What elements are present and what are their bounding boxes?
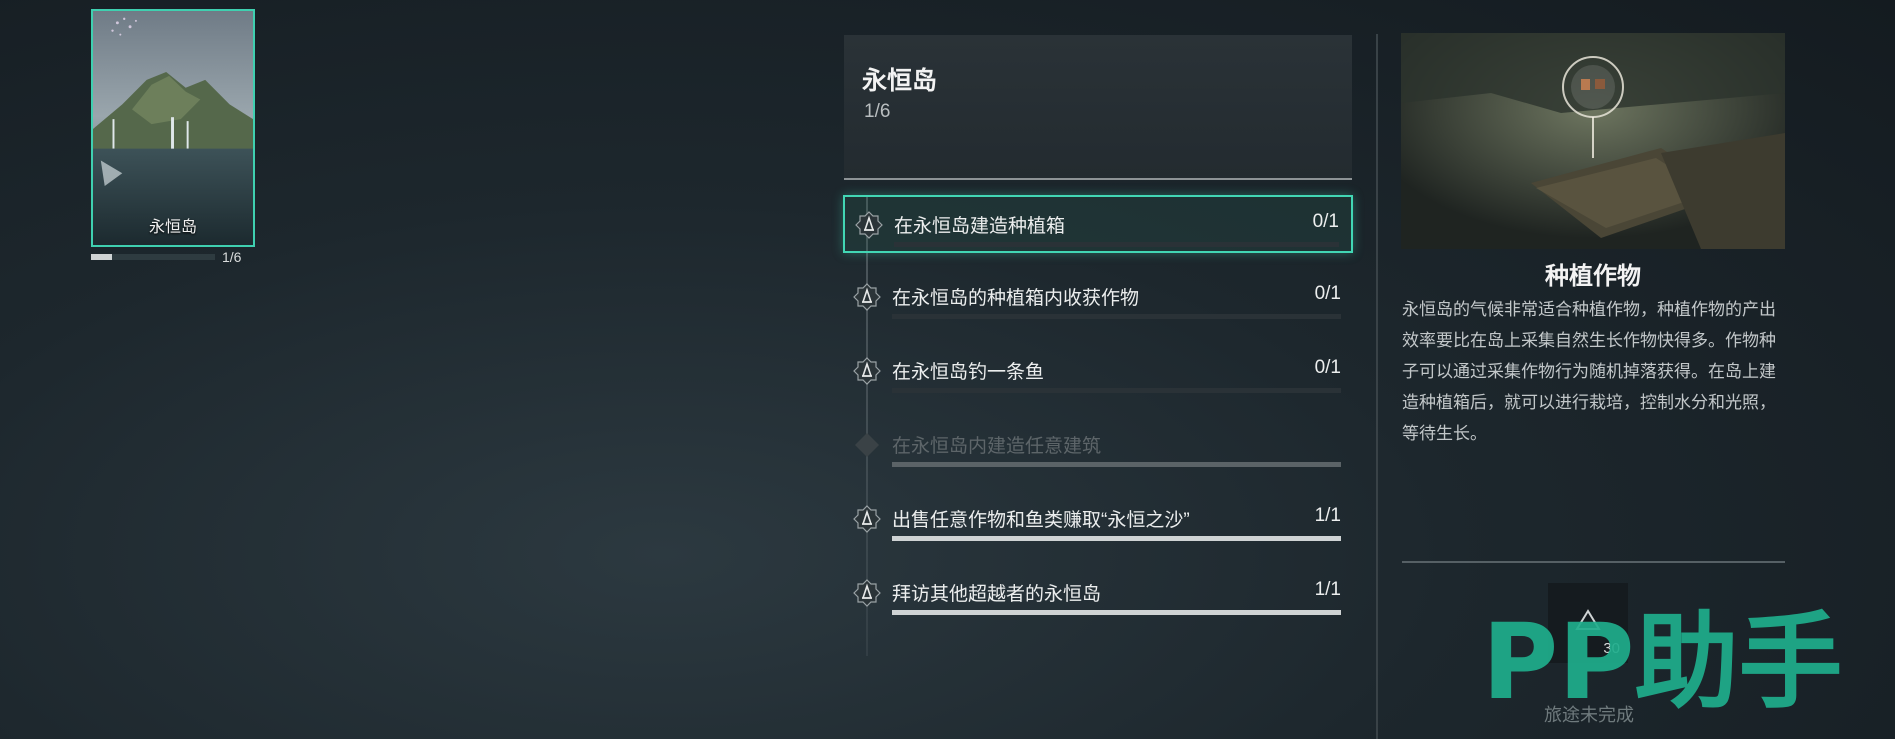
panel-divider: [1376, 34, 1378, 739]
task-row[interactable]: 拜访其他超越者的永恒岛 1/1: [843, 565, 1353, 623]
detail-divider: [1402, 561, 1785, 563]
task-progress-bar: [892, 462, 1341, 467]
task-progress-fill: [892, 610, 1341, 615]
quest-title: 永恒岛: [862, 67, 938, 95]
quest-progress: 1/6: [864, 101, 891, 122]
locked-diamond-icon: [852, 430, 882, 460]
task-label: 拜访其他超越者的永恒岛: [892, 584, 1102, 605]
tower-emblem-icon: [852, 356, 882, 386]
island-progress-fill: [91, 254, 112, 260]
task-progress-bar: [894, 242, 1339, 247]
task-count: 0/1: [1314, 357, 1341, 378]
task-detail-title: 种植作物: [1545, 263, 1641, 290]
task-progress-fill: [892, 536, 1341, 541]
task-count: 0/1: [1314, 283, 1341, 304]
tower-emblem-icon: [852, 504, 882, 534]
task-row[interactable]: 在永恒岛内建造任意建筑: [843, 417, 1353, 475]
island-landscape-image: [93, 11, 253, 245]
tower-emblem-icon: [852, 282, 882, 312]
task-progress-bar: [892, 536, 1341, 541]
quest-header: 永恒岛 1/6: [844, 35, 1352, 180]
task-label: 在永恒岛内建造任意建筑: [892, 436, 1102, 457]
task-count: 0/1: [1312, 211, 1339, 232]
task-progress-bar: [892, 610, 1341, 615]
island-progress-bar: [91, 254, 215, 260]
task-label: 出售任意作物和鱼类赚取“永恒之沙”: [892, 510, 1190, 531]
task-progress-bar: [892, 314, 1341, 319]
tower-emblem-icon: [852, 578, 882, 608]
pp-assistant-watermark: PP助手: [1482, 601, 1842, 710]
task-row[interactable]: 在永恒岛建造种植箱 0/1: [843, 195, 1353, 253]
task-label: 在永恒岛的种植箱内收获作物: [892, 288, 1140, 309]
island-card-label: 永恒岛: [148, 219, 197, 236]
island-progress-text: 1/6: [222, 249, 242, 265]
task-count: 1/1: [1314, 579, 1341, 600]
task-label: 在永恒岛建造种植箱: [894, 216, 1066, 237]
task-row[interactable]: 在永恒岛钓一条鱼 0/1: [843, 343, 1353, 401]
task-preview-image: [1401, 33, 1785, 249]
tower-emblem-icon: [854, 210, 884, 240]
task-row[interactable]: 在永恒岛的种植箱内收获作物 0/1: [843, 269, 1353, 327]
task-label: 在永恒岛钓一条鱼: [892, 362, 1045, 383]
island-card-eternal-isle[interactable]: 永恒岛: [91, 9, 255, 247]
task-detail-description: 永恒岛的气候非常适合种植作物，种植作物的产出效率要比在岛上采集自然生长作物快得多…: [1402, 300, 1776, 443]
svg-text:PP助手: PP助手: [1482, 601, 1842, 710]
task-progress-bar: [892, 388, 1341, 393]
task-row[interactable]: 出售任意作物和鱼类赚取“永恒之沙” 1/1: [843, 491, 1353, 549]
task-count: 1/1: [1314, 505, 1341, 526]
